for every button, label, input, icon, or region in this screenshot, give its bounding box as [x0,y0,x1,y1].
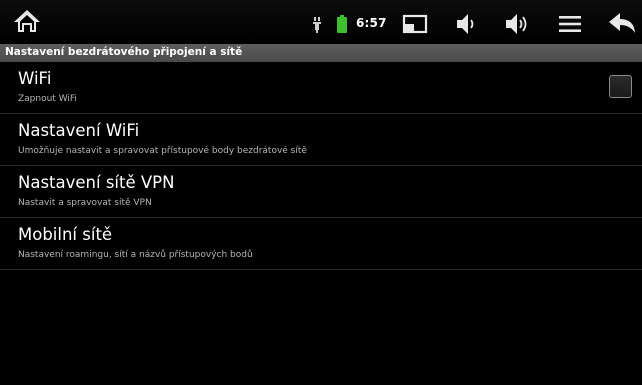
status-bar: 6:57 [0,0,642,44]
setting-summary: Nastavení roamingu, sítí a názvů přístup… [18,250,253,260]
setting-summary: Nastavit a spravovat sítě VPN [18,198,152,208]
setting-wifi-settings[interactable]: Nastavení WiFi Umožňuje nastavit a sprav… [0,114,642,166]
back-icon[interactable] [607,11,637,35]
setting-title: Nastavení WiFi [18,121,140,140]
setting-vpn-settings[interactable]: Nastavení sítě VPN Nastavit a spravovat … [0,166,642,218]
volume-up-icon[interactable] [504,12,534,36]
setting-title: Nastavení sítě VPN [18,173,175,192]
wifi-checkbox[interactable] [609,75,632,98]
volume-down-icon[interactable] [455,12,481,36]
setting-wifi-toggle[interactable]: WiFi Zapnout WiFi [0,62,642,114]
page-title: Nastavení bezdrátového připojení a sítě [5,46,243,58]
battery-icon [337,15,347,33]
setting-summary: Zapnout WiFi [18,94,77,104]
section-header: Nastavení bezdrátového připojení a sítě [0,44,642,62]
settings-list: WiFi Zapnout WiFi Nastavení WiFi Umožňuj… [0,62,642,270]
screen-icon[interactable] [402,13,428,35]
setting-summary: Umožňuje nastavit a spravovat přístupové… [18,146,307,156]
menu-icon[interactable] [558,13,582,35]
home-icon[interactable] [12,8,42,34]
clock: 6:57 [356,16,387,30]
setting-title: WiFi [18,69,52,88]
usb-icon [313,17,321,33]
setting-title: Mobilní sítě [18,225,113,244]
setting-mobile-networks[interactable]: Mobilní sítě Nastavení roamingu, sítí a … [0,218,642,270]
